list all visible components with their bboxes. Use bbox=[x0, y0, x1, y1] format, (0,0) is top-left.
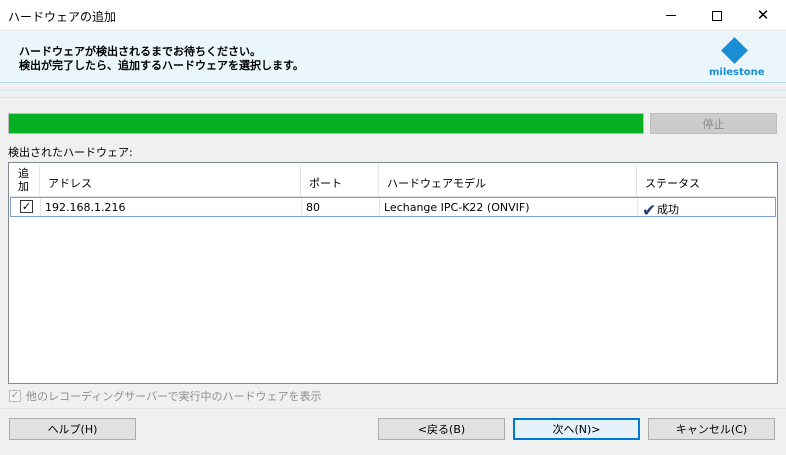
progress-fill bbox=[9, 114, 643, 133]
minimize-icon bbox=[666, 15, 676, 16]
milestone-logo: milestone bbox=[707, 37, 765, 79]
header-instruction-2: 検出が完了したら、追加するハードウェアを選択します。 bbox=[19, 59, 304, 72]
wizard-header: ハードウェアが検出されるまでお待ちください。 検出が完了したら、追加するハードウ… bbox=[0, 31, 786, 83]
header-divider bbox=[0, 90, 786, 91]
table-row[interactable]: ✓ 192.168.1.216 80 Lechange IPC-K22 (ONV… bbox=[10, 197, 776, 221]
add-checkbox[interactable]: ✓ bbox=[20, 200, 33, 213]
detection-progress-bar bbox=[8, 113, 644, 134]
column-header-address[interactable]: アドレス bbox=[40, 164, 301, 197]
back-button[interactable]: <戻る(B) bbox=[378, 418, 505, 440]
close-icon: ✕ bbox=[756, 6, 770, 24]
cancel-button[interactable]: キャンセル(C) bbox=[648, 418, 775, 440]
column-header-add[interactable]: 追加 bbox=[10, 164, 40, 197]
logo-text: milestone bbox=[709, 67, 765, 78]
checkmark-icon: ✔ bbox=[642, 201, 657, 221]
address-cell: 192.168.1.216 bbox=[41, 198, 302, 216]
port-cell: 80 bbox=[302, 198, 380, 216]
column-header-status[interactable]: ステータス bbox=[637, 164, 776, 197]
window-title: ハードウェアの追加 bbox=[8, 10, 117, 24]
table-header: 追加 アドレス ポート ハードウェアモデル ステータス bbox=[10, 164, 776, 197]
title-bar: ハードウェアの追加 ✕ bbox=[0, 0, 786, 31]
footer-divider bbox=[0, 408, 786, 409]
column-header-port[interactable]: ポート bbox=[301, 164, 379, 197]
model-cell: Lechange IPC-K22 (ONVIF) bbox=[380, 198, 638, 216]
milestone-diamond-icon bbox=[721, 37, 748, 64]
next-button[interactable]: 次へ(N)> bbox=[513, 418, 640, 440]
maximize-icon bbox=[712, 10, 722, 21]
help-button[interactable]: ヘルプ(H) bbox=[9, 418, 136, 440]
show-other-recording-servers-option: ✓ 他のレコーディングサーバーで実行中のハードウェアを表示 bbox=[9, 388, 321, 404]
hardware-table: 追加 アドレス ポート ハードウェアモデル ステータス ✓ 192.168.1.… bbox=[8, 162, 778, 384]
detected-hardware-label: 検出されたハードウェア: bbox=[8, 146, 133, 159]
show-other-checkbox: ✓ bbox=[9, 390, 21, 402]
add-cell: ✓ bbox=[11, 198, 41, 216]
stop-button[interactable]: 停止 bbox=[650, 113, 777, 134]
content-divider bbox=[0, 97, 786, 98]
close-button[interactable]: ✕ bbox=[740, 0, 786, 31]
status-cell: ✔ 成功 bbox=[638, 198, 775, 221]
minimize-button[interactable] bbox=[648, 0, 694, 31]
maximize-button[interactable] bbox=[694, 0, 740, 31]
show-other-label: 他のレコーディングサーバーで実行中のハードウェアを表示 bbox=[26, 390, 322, 403]
status-text: 成功 bbox=[657, 203, 679, 216]
column-header-model[interactable]: ハードウェアモデル bbox=[379, 164, 637, 197]
